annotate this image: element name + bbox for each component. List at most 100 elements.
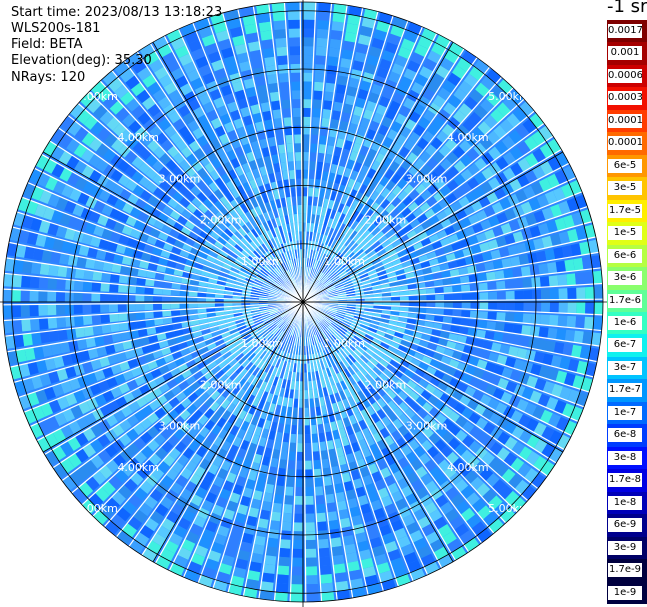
range-gate: [564, 329, 575, 343]
range-gate: [315, 55, 327, 65]
range-gate: [21, 275, 31, 288]
range-gate: [479, 292, 489, 301]
colorbar-cell: 3e-7: [607, 356, 647, 380]
range-gate: [251, 58, 264, 69]
range-gate: [330, 30, 344, 41]
range-gate: [303, 107, 312, 117]
range-gate: [303, 152, 310, 161]
range-gate: [117, 303, 127, 312]
range-gate: [304, 460, 312, 470]
range-gate: [83, 326, 94, 337]
range-gate: [279, 81, 290, 92]
range-gate: [452, 285, 462, 293]
range-gate: [21, 318, 31, 332]
range-gate: [288, 28, 301, 38]
range-gate: [314, 81, 324, 92]
colorbar-cell: 1e-6: [607, 312, 647, 335]
range-gate: [56, 316, 67, 328]
range-ring-label: 3.00km: [406, 172, 448, 185]
range-gate: [305, 584, 319, 594]
range-gate: [39, 263, 50, 276]
range-gate: [316, 28, 329, 39]
range-gate: [144, 303, 154, 311]
range-gate: [153, 295, 162, 302]
colorbar-cell: 3e-6: [607, 267, 647, 290]
instrument-text: WLS200s-181: [11, 21, 101, 36]
range-gate: [290, 575, 303, 585]
range-gate: [315, 64, 326, 74]
range-gate: [303, 81, 313, 91]
range-gate: [293, 513, 303, 523]
range-gate: [318, 547, 330, 558]
range-gate: [92, 325, 103, 336]
range-gate: [269, 91, 280, 102]
range-gate: [73, 280, 84, 291]
range-gate: [296, 443, 303, 452]
range-ring-label: 5.00km: [76, 90, 118, 103]
range-gate: [57, 265, 68, 278]
range-gate: [295, 160, 302, 170]
range-gate: [282, 512, 292, 523]
range-gate: [305, 531, 316, 541]
range-gate: [566, 315, 577, 328]
range-gate: [296, 169, 302, 179]
range-gate: [55, 291, 65, 302]
range-gate: [496, 312, 506, 322]
colorbar-cell: 3e-8: [607, 446, 647, 470]
range-gate: [496, 291, 506, 301]
range-gate: [294, 134, 302, 144]
range-gate: [3, 289, 13, 302]
range-ring-label: 5.00km: [488, 502, 530, 515]
range-gate: [522, 278, 532, 289]
colorbar-tick-label: 0.0017: [608, 24, 642, 38]
range-gate: [304, 434, 311, 444]
colorbar-cell: 1e-5: [607, 222, 647, 245]
range-gate: [593, 302, 603, 315]
range-gate: [297, 196, 303, 206]
range-gate: [327, 511, 338, 522]
colorbar-cell: 1.7e-8: [607, 469, 647, 492]
range-gate: [260, 30, 273, 41]
range-gate: [567, 302, 577, 314]
range-gate: [556, 328, 567, 341]
range-gate: [56, 278, 66, 290]
range-gate: [592, 270, 603, 284]
colorbar-cell: 6e-9: [607, 514, 647, 537]
field-text: Field: BETA: [11, 37, 83, 52]
range-gate: [272, 11, 286, 22]
range-gate: [304, 504, 315, 514]
range-gate: [91, 314, 102, 325]
range-gate: [100, 282, 110, 292]
range-gate: [304, 416, 310, 426]
range-gate: [313, 90, 324, 100]
range-gate: [38, 276, 49, 289]
range-ring-label: 1.00km: [241, 255, 283, 268]
range-gate: [593, 286, 603, 300]
range-gate: [47, 291, 57, 302]
range-gate: [520, 266, 531, 277]
range-ring-label: 2.00km: [200, 214, 242, 227]
range-gate: [47, 277, 58, 290]
range-gate: [334, 572, 348, 583]
colorbar-tick-label: 6e-7: [608, 338, 642, 353]
range-ring-label: 3.00km: [159, 172, 201, 185]
colorbar-cell: 6e-6: [607, 244, 647, 268]
range-gate: [261, 39, 274, 50]
range-gate: [305, 566, 318, 576]
range-ring-label: 2.00km: [200, 378, 242, 391]
range-gate: [117, 294, 127, 302]
range-gate: [547, 327, 558, 340]
range-gate: [82, 281, 93, 291]
range-gate: [304, 443, 311, 452]
range-gate: [573, 330, 584, 344]
range-gate: [478, 282, 488, 292]
range-gate: [48, 330, 59, 342]
range-gate: [327, 56, 340, 67]
range-gate: [73, 304, 83, 314]
range-gate: [304, 425, 310, 435]
range-gate: [3, 304, 13, 318]
range-ring-label: 4.00km: [117, 131, 159, 144]
range-gate: [290, 63, 301, 73]
range-gate: [304, 407, 309, 417]
range-gate: [539, 276, 550, 288]
